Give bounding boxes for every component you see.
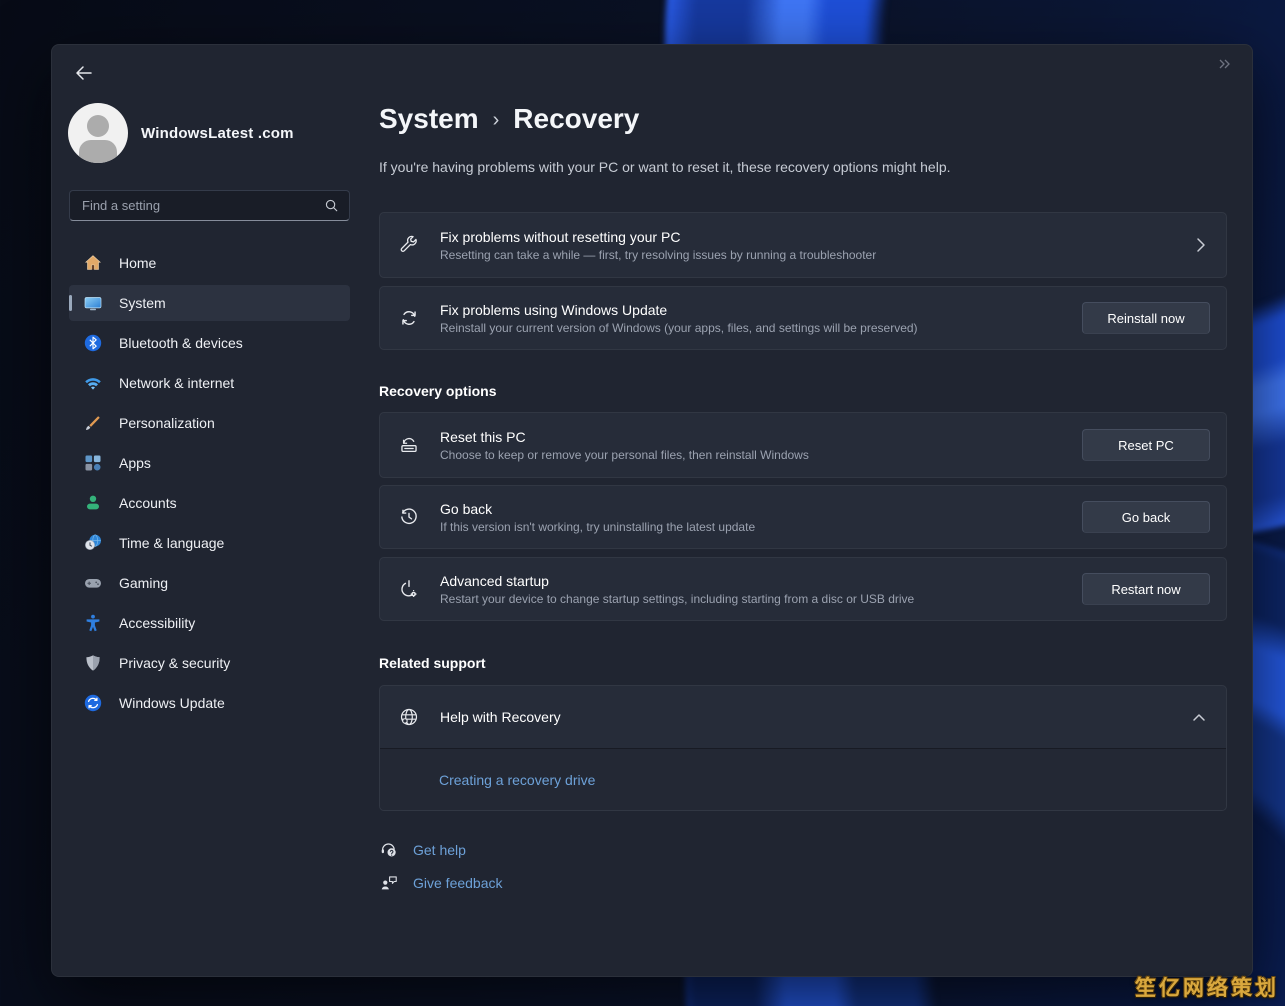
- reset-pc-button[interactable]: Reset PC: [1082, 429, 1210, 461]
- help-with-recovery-header[interactable]: Help with Recovery: [380, 686, 1226, 748]
- section-related-support: Related support: [379, 655, 486, 671]
- card-description: Reinstall your current version of Window…: [440, 321, 1062, 335]
- sidebar-item-label: Gaming: [119, 575, 168, 591]
- sidebar-item-privacy-security[interactable]: Privacy & security: [69, 645, 350, 681]
- back-arrow-icon: [75, 65, 93, 81]
- update-icon: [83, 693, 103, 713]
- sidebar-item-label: Personalization: [119, 415, 215, 431]
- back-button[interactable]: [70, 61, 98, 85]
- sidebar-item-label: Accessibility: [119, 615, 195, 631]
- avatar[interactable]: [68, 103, 128, 163]
- sidebar-item-label: Apps: [119, 455, 151, 471]
- card-description: Choose to keep or remove your personal f…: [440, 448, 1062, 462]
- power-gear-icon: [398, 578, 420, 600]
- card-go-back: Go back If this version isn't working, t…: [379, 485, 1227, 549]
- settings-window: WindowsLatest .com Home System Bluetooth…: [51, 44, 1253, 977]
- clock-globe-icon: [83, 533, 103, 553]
- search-input[interactable]: [70, 198, 324, 213]
- get-help-link[interactable]: Get help: [413, 842, 466, 858]
- sidebar-item-gaming[interactable]: Gaming: [69, 565, 350, 601]
- help-with-recovery-card: Help with Recovery Creating a recovery d…: [379, 685, 1227, 811]
- window-double-chevron-icon[interactable]: [1218, 57, 1232, 75]
- person-icon: [83, 493, 103, 513]
- card-title: Fix problems without resetting your PC: [440, 229, 1176, 245]
- card-title: Advanced startup: [440, 573, 1062, 589]
- go-back-button[interactable]: Go back: [1082, 501, 1210, 533]
- sidebar-item-label: Privacy & security: [119, 655, 230, 671]
- profile-name: WindowsLatest .com: [141, 119, 294, 149]
- breadcrumb: System › Recovery: [379, 103, 639, 135]
- card-description: Resetting can take a while — first, try …: [440, 248, 1176, 262]
- chevron-up-icon[interactable]: [1192, 713, 1210, 722]
- sidebar-item-label: Time & language: [119, 535, 224, 551]
- shield-icon: [83, 653, 103, 673]
- chevron-right-icon: [1196, 237, 1210, 253]
- card-title: Fix problems using Windows Update: [440, 302, 1062, 318]
- restart-now-button[interactable]: Restart now: [1082, 573, 1210, 605]
- search-box[interactable]: [69, 190, 350, 221]
- wifi-icon: [83, 373, 103, 393]
- sidebar-item-label: Bluetooth & devices: [119, 335, 243, 351]
- card-description: Restart your device to change startup se…: [440, 592, 1062, 606]
- sidebar-item-home[interactable]: Home: [69, 245, 350, 281]
- card-title: Reset this PC: [440, 429, 1062, 445]
- give-feedback-link[interactable]: Give feedback: [413, 875, 503, 891]
- sidebar-item-bluetooth-devices[interactable]: Bluetooth & devices: [69, 325, 350, 361]
- globe-search-icon: [398, 706, 420, 728]
- bluetooth-icon: [83, 333, 103, 353]
- sidebar-item-system[interactable]: System: [69, 285, 350, 321]
- give-feedback-icon: [379, 873, 399, 893]
- sidebar-item-label: Windows Update: [119, 695, 225, 711]
- wrench-icon: [398, 234, 420, 256]
- page-subtitle: If you're having problems with your PC o…: [379, 159, 951, 175]
- breadcrumb-system[interactable]: System: [379, 103, 479, 135]
- sidebar-item-accounts[interactable]: Accounts: [69, 485, 350, 521]
- get-help-icon: [379, 840, 399, 860]
- sidebar-item-label: Network & internet: [119, 375, 234, 391]
- card-fix-windows-update: Fix problems using Windows Update Reinst…: [379, 286, 1227, 350]
- breadcrumb-separator: ›: [493, 106, 500, 132]
- search-icon[interactable]: [324, 198, 339, 213]
- help-title: Help with Recovery: [440, 709, 1172, 725]
- gamepad-icon: [83, 573, 103, 593]
- accessibility-icon: [83, 613, 103, 633]
- help-expanded-area: Creating a recovery drive: [380, 748, 1226, 810]
- sidebar-item-windows-update[interactable]: Windows Update: [69, 685, 350, 721]
- sidebar-nav: Home System Bluetooth & devices Network …: [69, 245, 350, 725]
- card-reset-this-pc: Reset this PC Choose to keep or remove y…: [379, 412, 1227, 478]
- card-advanced-startup: Advanced startup Restart your device to …: [379, 557, 1227, 621]
- watermark-text: 笙亿网络策划: [1135, 972, 1279, 1002]
- section-recovery-options: Recovery options: [379, 383, 496, 399]
- sidebar-item-label: Accounts: [119, 495, 177, 511]
- sidebar-item-label: Home: [119, 255, 156, 271]
- sync-icon: [398, 307, 420, 329]
- give-feedback-row[interactable]: Give feedback: [379, 871, 503, 895]
- home-icon: [83, 253, 103, 273]
- sidebar-item-network-internet[interactable]: Network & internet: [69, 365, 350, 401]
- creating-recovery-drive-link[interactable]: Creating a recovery drive: [439, 772, 595, 788]
- sidebar-item-apps[interactable]: Apps: [69, 445, 350, 481]
- card-description: If this version isn't working, try unins…: [440, 520, 1062, 534]
- sidebar-item-label: System: [119, 295, 166, 311]
- card-title: Go back: [440, 501, 1062, 517]
- sidebar-item-personalization[interactable]: Personalization: [69, 405, 350, 441]
- history-clock-icon: [398, 506, 420, 528]
- sidebar-item-accessibility[interactable]: Accessibility: [69, 605, 350, 641]
- reinstall-now-button[interactable]: Reinstall now: [1082, 302, 1210, 334]
- sidebar-item-time-language[interactable]: Time & language: [69, 525, 350, 561]
- apps-icon: [83, 453, 103, 473]
- page-title: Recovery: [513, 103, 639, 135]
- card-fix-without-resetting[interactable]: Fix problems without resetting your PC R…: [379, 212, 1227, 278]
- system-icon: [83, 293, 103, 313]
- get-help-row[interactable]: Get help: [379, 838, 466, 862]
- reset-pc-icon: [398, 434, 420, 456]
- paintbrush-icon: [83, 413, 103, 433]
